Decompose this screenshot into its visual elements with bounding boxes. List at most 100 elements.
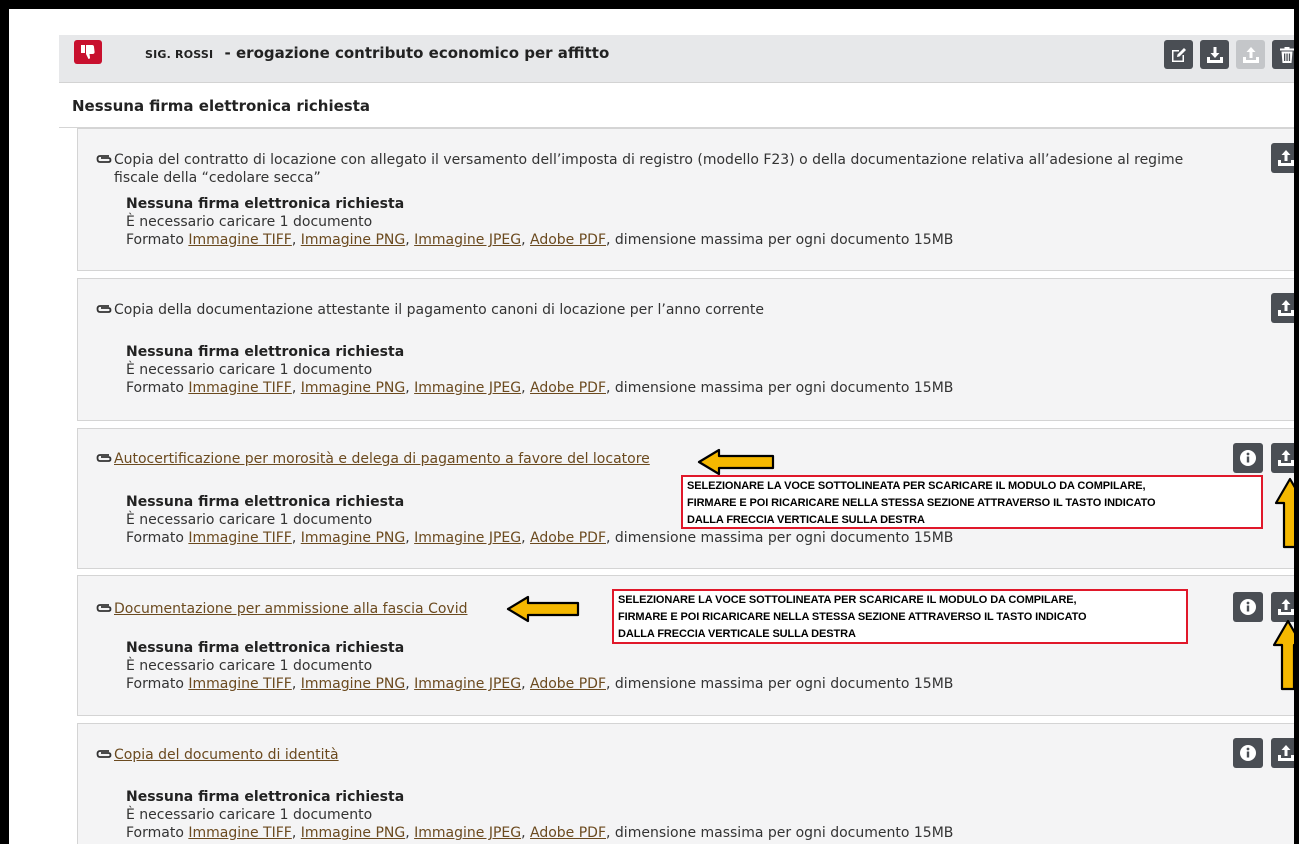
sep: , — [405, 232, 415, 248]
download-module-link[interactable]: Autocertificazione per morosità e delega… — [114, 450, 650, 468]
sep: , — [291, 825, 301, 841]
download-module-link[interactable]: Copia del documento di identità — [114, 746, 339, 764]
screenshot-frame: SIG. ROSSI - erogazione contributo econo… — [0, 0, 1299, 844]
info-button[interactable] — [1233, 738, 1263, 768]
sep: , — [521, 232, 530, 248]
practice-header: SIG. ROSSI - erogazione contributo econo… — [59, 35, 1294, 83]
no-signature-label: Nessuna firma elettronica richiesta — [126, 344, 405, 360]
download-button[interactable] — [1200, 40, 1229, 69]
format-prefix: Formato — [126, 825, 189, 841]
upload-document-button[interactable] — [1271, 293, 1294, 323]
edit-icon — [1171, 47, 1186, 62]
info-icon — [1240, 450, 1256, 466]
document-info: Nessuna firma elettronica richiesta È ne… — [126, 343, 953, 397]
format-png-link[interactable]: Immagine PNG — [301, 676, 405, 692]
format-line: Formato Immagine TIFF, Immagine PNG, Imm… — [126, 529, 953, 547]
format-png-link[interactable]: Immagine PNG — [301, 380, 405, 396]
format-suffix: , dimensione massima per ogni documento … — [606, 676, 954, 692]
format-prefix: Formato — [126, 232, 189, 248]
upload-document-button[interactable] — [1271, 443, 1294, 473]
practice-title: - erogazione contributo economico per af… — [219, 44, 610, 62]
format-png-link[interactable]: Immagine PNG — [301, 530, 405, 546]
annotation-note: SELEZIONARE LA VOCE SOTTOLINEATA PER SCA… — [681, 475, 1263, 529]
format-tiff-link[interactable]: Immagine TIFF — [188, 676, 291, 692]
info-button[interactable] — [1233, 443, 1263, 473]
document-info: Nessuna firma elettronica richiesta È ne… — [126, 788, 953, 842]
required-count: È necessario caricare 1 documento — [126, 214, 373, 230]
format-pdf-link[interactable]: Adobe PDF — [530, 530, 606, 546]
sep: , — [405, 825, 415, 841]
no-signature-label: Nessuna firma elettronica richiesta — [126, 196, 405, 212]
sep: , — [291, 530, 301, 546]
sep: , — [291, 676, 301, 692]
annotation-arrow-up-icon — [1274, 477, 1294, 549]
format-tiff-link[interactable]: Immagine TIFF — [188, 232, 291, 248]
format-jpeg-link[interactable]: Immagine JPEG — [414, 380, 521, 396]
document-title: Copia della documentazione attestante il… — [114, 302, 764, 318]
required-count: È necessario caricare 1 documento — [126, 658, 373, 674]
signature-status: Nessuna firma elettronica richiesta — [72, 97, 371, 115]
thumbs-down-icon — [74, 40, 102, 64]
format-tiff-link[interactable]: Immagine TIFF — [188, 825, 291, 841]
download-module-link[interactable]: Documentazione per ammissione alla fasci… — [114, 600, 468, 618]
format-png-link[interactable]: Immagine PNG — [301, 825, 405, 841]
format-pdf-link[interactable]: Adobe PDF — [530, 676, 606, 692]
document-card: Copia della documentazione attestante il… — [77, 278, 1294, 421]
annotation-arrow-up-icon — [1272, 619, 1294, 691]
format-suffix: , dimensione massima per ogni documento … — [606, 530, 954, 546]
sep: , — [521, 825, 530, 841]
sep: , — [405, 676, 415, 692]
sep: , — [521, 676, 530, 692]
edit-button[interactable] — [1164, 40, 1193, 69]
format-line: Formato Immagine TIFF, Immagine PNG, Imm… — [126, 675, 953, 693]
format-jpeg-link[interactable]: Immagine JPEG — [414, 530, 521, 546]
format-jpeg-link[interactable]: Immagine JPEG — [414, 825, 521, 841]
delete-button[interactable] — [1272, 40, 1294, 69]
sep: , — [291, 232, 301, 248]
upload-icon — [1278, 599, 1294, 615]
sep: , — [521, 380, 530, 396]
format-pdf-link[interactable]: Adobe PDF — [530, 825, 606, 841]
annotation-line: SELEZIONARE LA VOCE SOTTOLINEATA PER SCA… — [618, 594, 1077, 606]
format-suffix: , dimensione massima per ogni documento … — [606, 380, 954, 396]
paperclip-icon — [96, 155, 112, 163]
sep: , — [291, 380, 301, 396]
format-line: Formato Immagine TIFF, Immagine PNG, Imm… — [126, 231, 953, 249]
applicant-name: SIG. ROSSI — [145, 48, 214, 61]
upload-icon — [1278, 745, 1294, 761]
required-count: È necessario caricare 1 documento — [126, 362, 373, 378]
upload-document-button[interactable] — [1271, 143, 1294, 173]
upload-document-button[interactable] — [1271, 592, 1294, 622]
document-card: Copia del documento di identità Nessuna … — [77, 723, 1294, 844]
format-pdf-link[interactable]: Adobe PDF — [530, 232, 606, 248]
document-title-row: Copia del contratto di locazione con all… — [94, 151, 1204, 187]
no-signature-label: Nessuna firma elettronica richiesta — [126, 789, 405, 805]
info-button[interactable] — [1233, 592, 1263, 622]
format-line: Formato Immagine TIFF, Immagine PNG, Imm… — [126, 379, 953, 397]
upload-button-disabled[interactable] — [1236, 40, 1265, 69]
annotation-note: SELEZIONARE LA VOCE SOTTOLINEATA PER SCA… — [612, 589, 1188, 644]
format-tiff-link[interactable]: Immagine TIFF — [188, 530, 291, 546]
format-png-link[interactable]: Immagine PNG — [301, 232, 405, 248]
document-title-row: Copia della documentazione attestante il… — [94, 301, 1204, 319]
annotation-line: FIRMARE E POI RICARICARE NELLA STESSA SE… — [687, 497, 1156, 509]
annotation-line: SELEZIONARE LA VOCE SOTTOLINEATA PER SCA… — [687, 480, 1146, 492]
card-actions — [1233, 738, 1294, 768]
upload-icon — [1242, 46, 1259, 63]
format-pdf-link[interactable]: Adobe PDF — [530, 380, 606, 396]
format-tiff-link[interactable]: Immagine TIFF — [188, 380, 291, 396]
upload-icon — [1278, 300, 1294, 316]
card-actions — [1271, 293, 1294, 323]
page-title: SIG. ROSSI - erogazione contributo econo… — [145, 44, 609, 62]
format-jpeg-link[interactable]: Immagine JPEG — [414, 676, 521, 692]
info-icon — [1240, 745, 1256, 761]
card-actions — [1233, 592, 1294, 622]
paperclip-icon — [96, 750, 112, 758]
card-actions — [1233, 443, 1294, 473]
annotation-arrow-left-icon — [506, 595, 580, 623]
annotation-line: DALLA FRECCIA VERTICALE SULLA DESTRA — [618, 628, 856, 640]
upload-document-button[interactable] — [1271, 738, 1294, 768]
format-jpeg-link[interactable]: Immagine JPEG — [414, 232, 521, 248]
paperclip-icon — [96, 454, 112, 462]
card-actions — [1271, 143, 1294, 173]
